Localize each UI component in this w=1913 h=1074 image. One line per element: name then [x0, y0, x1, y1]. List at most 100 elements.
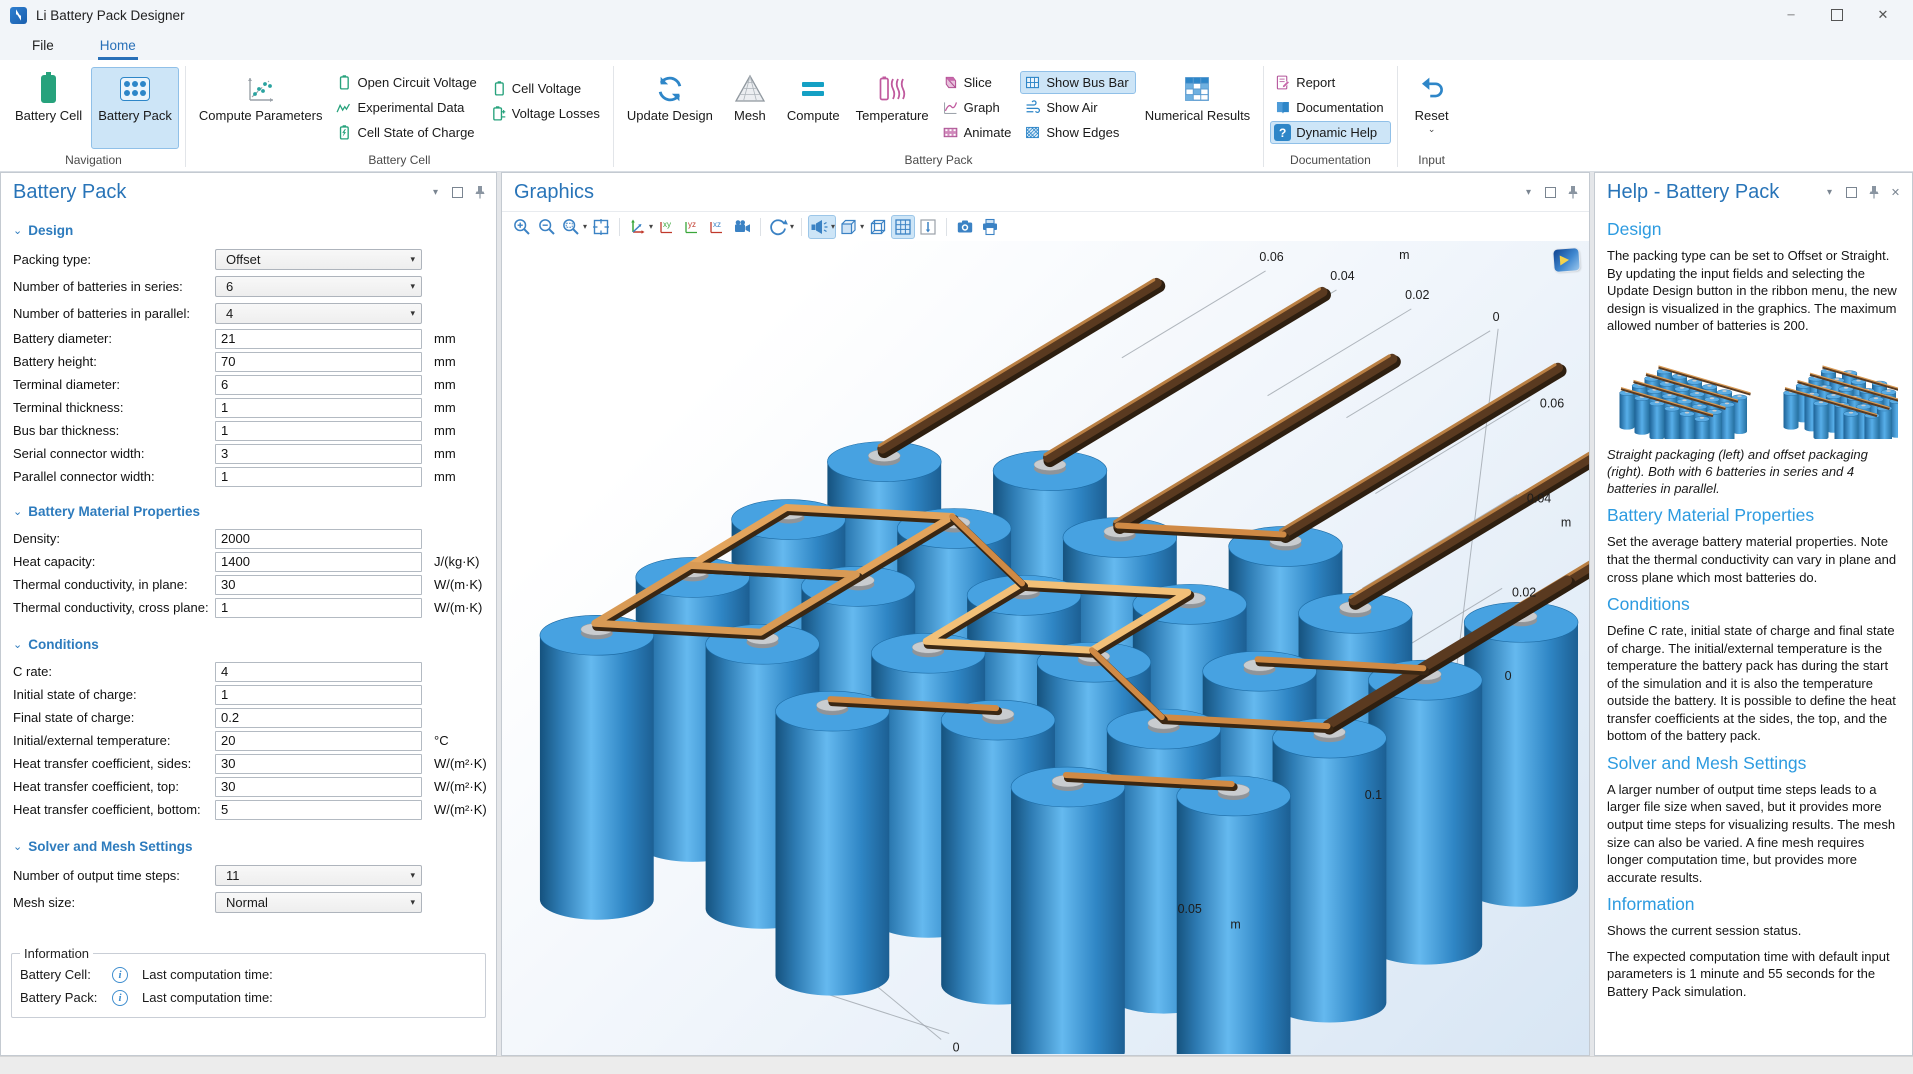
axis-unit: m [1561, 515, 1571, 529]
view-xy-button[interactable]: xy [655, 215, 679, 239]
open-circuit-voltage-button[interactable]: Open Circuit Voltage [331, 71, 483, 94]
field-label: Initial/external temperature: [13, 733, 215, 748]
graph-button[interactable]: Graph [938, 96, 1019, 119]
reset-button[interactable]: Reset ⌄ [1404, 67, 1460, 149]
update-design-button[interactable]: Update Design [620, 67, 720, 149]
axis-orientation-button[interactable] [916, 215, 940, 239]
section-design[interactable]: ⌄Design [1, 213, 496, 246]
transparency-button[interactable] [866, 215, 890, 239]
final-state-of-charge-input[interactable] [215, 708, 422, 728]
float-panel-icon[interactable] [451, 186, 464, 199]
show-grid-toggle[interactable] [891, 215, 915, 239]
zoom-in-button[interactable] [510, 215, 534, 239]
zoom-box-button[interactable]: ▾ [560, 215, 588, 239]
field-label: Number of batteries in parallel: [13, 306, 215, 321]
dynamic-help-toggle[interactable]: Dynamic Help [1270, 121, 1390, 144]
view-orientation-icon[interactable] [1553, 248, 1579, 272]
thermal-conductivity-cross-plane-input[interactable] [215, 598, 422, 618]
environment-button[interactable]: ▾ [837, 215, 865, 239]
rotate-button[interactable]: ▾ [767, 215, 795, 239]
field-label: Heat capacity: [13, 554, 215, 569]
refresh-icon [655, 72, 685, 106]
close-button[interactable] [1873, 5, 1893, 25]
scene-light-toggle[interactable]: ▾ [808, 215, 836, 239]
panel-menu-icon[interactable] [1522, 186, 1535, 199]
temperature-button[interactable]: Temperature [849, 67, 936, 149]
chevron-down-icon: ▾ [831, 222, 835, 231]
tab-home[interactable]: Home [94, 34, 142, 60]
show-bus-bar-toggle[interactable]: Show Bus Bar [1020, 71, 1135, 94]
camera-view-button[interactable] [730, 215, 754, 239]
batteries-in-parallel-select[interactable]: 4▾ [215, 303, 422, 324]
heat-transfer-bottom-input[interactable] [215, 800, 422, 820]
battery-height-input[interactable] [215, 352, 422, 372]
panel-menu-icon[interactable] [429, 186, 442, 199]
zoom-extents-button[interactable] [589, 215, 613, 239]
compute-button[interactable]: Compute [780, 67, 847, 149]
animate-button[interactable]: Animate [938, 121, 1019, 144]
panel-menu-icon[interactable] [1823, 186, 1836, 199]
slice-button[interactable]: Slice [938, 71, 1019, 94]
zoom-out-button[interactable] [535, 215, 559, 239]
svg-text:xy: xy [663, 220, 671, 229]
axis-unit: m [1399, 248, 1409, 262]
heat-transfer-sides-input[interactable] [215, 754, 422, 774]
section-battery-material-properties[interactable]: ⌄Battery Material Properties [1, 494, 496, 527]
density-input[interactable] [215, 529, 422, 549]
voltage-losses-button[interactable]: Voltage Losses [486, 102, 607, 125]
serial-connector-width-input[interactable] [215, 444, 422, 464]
default-view-button[interactable]: ▾ [626, 215, 654, 239]
pin-icon[interactable] [1867, 186, 1880, 199]
initial-state-of-charge-input[interactable] [215, 685, 422, 705]
print-button[interactable] [978, 215, 1002, 239]
graphics-canvas[interactable]: 0.06 0.04 0.02 0 m 0.06 0.04 m 0.02 0 0.… [502, 241, 1589, 1055]
compute-parameters-button[interactable]: Compute Parameters [192, 67, 330, 149]
show-air-toggle[interactable]: Show Air [1020, 96, 1135, 119]
maximize-button[interactable] [1827, 5, 1847, 25]
battery-diameter-input[interactable] [215, 329, 422, 349]
cell-voltage-button[interactable]: Cell Voltage [486, 77, 607, 100]
battery-pack-button[interactable]: Battery Pack [91, 67, 179, 149]
minimize-button[interactable] [1781, 5, 1801, 25]
battery-cell-button[interactable]: Battery Cell [8, 67, 89, 149]
ribbon-group-battery-cell: Compute Parameters Open Circuit Voltage … [188, 62, 611, 171]
packing-type-select[interactable]: Offset▾ [215, 249, 422, 270]
question-mark-icon [1274, 124, 1291, 141]
experimental-data-button[interactable]: Experimental Data [331, 96, 483, 119]
pin-icon[interactable] [1566, 186, 1579, 199]
documentation-button[interactable]: Documentation [1270, 96, 1390, 119]
section-conditions[interactable]: ⌄Conditions [1, 627, 496, 660]
bus-bar-thickness-input[interactable] [215, 421, 422, 441]
ribbon: Battery Cell Battery Pack Navigation Com… [0, 60, 1913, 172]
tab-file[interactable]: File [26, 34, 60, 60]
chevron-down-icon: ▾ [410, 254, 415, 265]
close-panel-icon[interactable] [1889, 186, 1902, 199]
info-icon [112, 990, 128, 1006]
report-doc-icon [1274, 74, 1291, 91]
view-yz-button[interactable]: yz [680, 215, 704, 239]
view-xz-button[interactable]: xz [705, 215, 729, 239]
terminal-diameter-input[interactable] [215, 375, 422, 395]
section-solver-mesh[interactable]: ⌄Solver and Mesh Settings [1, 829, 496, 862]
float-panel-icon[interactable] [1845, 186, 1858, 199]
report-button[interactable]: Report [1270, 71, 1390, 94]
cell-state-of-charge-button[interactable]: Cell State of Charge [331, 121, 483, 144]
field-label: Thermal conductivity, cross plane: [13, 600, 215, 615]
batteries-in-series-select[interactable]: 6▾ [215, 276, 422, 297]
mesh-button[interactable]: Mesh [722, 67, 778, 149]
heat-transfer-top-input[interactable] [215, 777, 422, 797]
numerical-results-button[interactable]: Numerical Results [1138, 67, 1257, 149]
float-panel-icon[interactable] [1544, 186, 1557, 199]
pin-icon[interactable] [473, 186, 486, 199]
initial-external-temperature-input[interactable] [215, 731, 422, 751]
parallel-connector-width-input[interactable] [215, 467, 422, 487]
heat-capacity-input[interactable] [215, 552, 422, 572]
terminal-thickness-input[interactable] [215, 398, 422, 418]
show-edges-toggle[interactable]: Show Edges [1020, 121, 1135, 144]
c-rate-input[interactable] [215, 662, 422, 682]
thermal-conductivity-in-plane-input[interactable] [215, 575, 422, 595]
mesh-size-select[interactable]: Normal▾ [215, 892, 422, 913]
battery-outline-icon [335, 74, 352, 91]
snapshot-button[interactable] [953, 215, 977, 239]
output-time-steps-select[interactable]: 11▾ [215, 865, 422, 886]
